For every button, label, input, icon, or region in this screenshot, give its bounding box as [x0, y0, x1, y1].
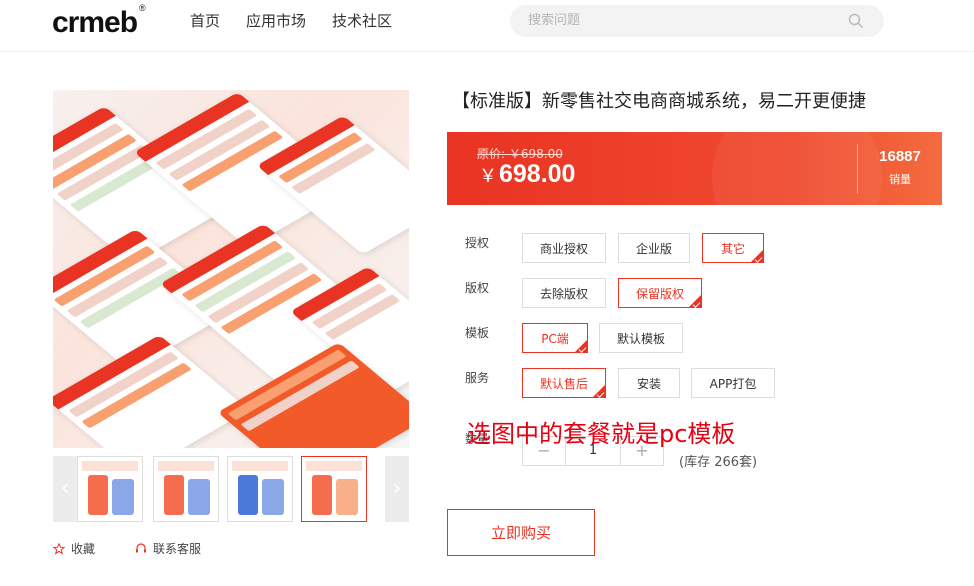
headset-icon — [136, 542, 147, 552]
contact-service-button[interactable]: 联系客服 — [135, 540, 201, 557]
annotation-text: 选图中的套餐就是pc模板 — [467, 420, 736, 448]
thumb-next-button[interactable]: › — [385, 456, 409, 522]
sales-label: 销量 — [889, 173, 911, 186]
option-label-service: 服务 — [465, 371, 490, 385]
option-other[interactable]: 其它 — [702, 233, 764, 263]
top-header: crmeb ® 首页 应用市场 技术社区 — [0, 0, 974, 52]
option-install[interactable]: 安装 — [618, 368, 680, 398]
search-bar — [510, 5, 884, 37]
option-default-template[interactable]: 默认模板 — [599, 323, 683, 353]
mockup-screen — [53, 334, 250, 448]
registered-mark: ® — [139, 3, 146, 13]
option-label-license: 授权 — [465, 236, 490, 250]
option-text: 默认售后 — [539, 376, 588, 391]
price-panel: 原价: ￥698.00 ￥698.00 16887 销量 — [447, 132, 942, 205]
option-text: 安装 — [636, 376, 661, 391]
sales-count: 16887 — [879, 148, 921, 165]
option-text: PC端 — [541, 331, 569, 346]
nav-home[interactable]: 首页 — [190, 12, 220, 30]
option-text: 默认模板 — [616, 331, 665, 346]
check-icon — [754, 255, 763, 263]
buy-now-button[interactable]: 立即购买 — [447, 509, 595, 556]
thumbnail-1[interactable] — [77, 456, 143, 522]
option-label-copyright: 版权 — [465, 281, 490, 295]
option-keep-copyright[interactable]: 保留版权 — [618, 278, 702, 308]
thumbnail-strip: ‹ › — [53, 456, 409, 522]
current-price: ￥698.00 — [479, 160, 575, 189]
option-text: 保留版权 — [635, 286, 684, 301]
thumb-prev-button[interactable]: ‹ — [53, 456, 77, 522]
star-icon — [53, 542, 65, 555]
option-enterprise[interactable]: 企业版 — [618, 233, 690, 263]
sales-info: 16887 销量 — [858, 148, 942, 187]
stock-info: (库存 266套) — [679, 455, 758, 470]
thumbnail-4[interactable] — [301, 456, 367, 522]
thumbnail-2[interactable] — [153, 456, 219, 522]
currency-symbol: ￥ — [479, 166, 497, 186]
main-nav: 首页 应用市场 技术社区 — [190, 12, 392, 30]
thumbnail-3[interactable] — [227, 456, 293, 522]
product-actions: 收藏 联系客服 — [53, 540, 201, 557]
check-icon — [578, 345, 587, 353]
price-value: 698.00 — [499, 160, 576, 188]
crmeb-logo[interactable]: crmeb ® — [52, 3, 146, 40]
nav-tech-community[interactable]: 技术社区 — [332, 12, 392, 30]
option-text: APP打包 — [709, 376, 757, 391]
check-icon — [692, 300, 701, 308]
option-default-aftersale[interactable]: 默认售后 — [522, 368, 606, 398]
nav-app-market[interactable]: 应用市场 — [246, 12, 306, 30]
option-text: 去除版权 — [539, 286, 588, 301]
search-input[interactable] — [528, 13, 828, 28]
contact-service-label: 联系客服 — [153, 542, 202, 556]
option-pc-template[interactable]: PC端 — [522, 323, 588, 353]
option-remove-copyright[interactable]: 去除版权 — [522, 278, 606, 308]
favorite-label: 收藏 — [71, 542, 96, 556]
option-text: 企业版 — [635, 241, 672, 256]
product-title: 【标准版】新零售社交电商商城系统，易二开更便捷 — [452, 91, 866, 112]
check-icon — [596, 390, 605, 398]
option-text: 其它 — [720, 241, 745, 256]
search-icon[interactable] — [848, 13, 864, 29]
option-commercial-license[interactable]: 商业授权 — [522, 233, 606, 263]
logo-text: crmeb — [52, 6, 138, 39]
option-text: 商业授权 — [539, 241, 588, 256]
favorite-button[interactable]: 收藏 — [53, 540, 95, 557]
option-label-template: 模板 — [465, 326, 490, 340]
option-app-packaging[interactable]: APP打包 — [691, 368, 775, 398]
product-main-image[interactable] — [53, 90, 409, 448]
